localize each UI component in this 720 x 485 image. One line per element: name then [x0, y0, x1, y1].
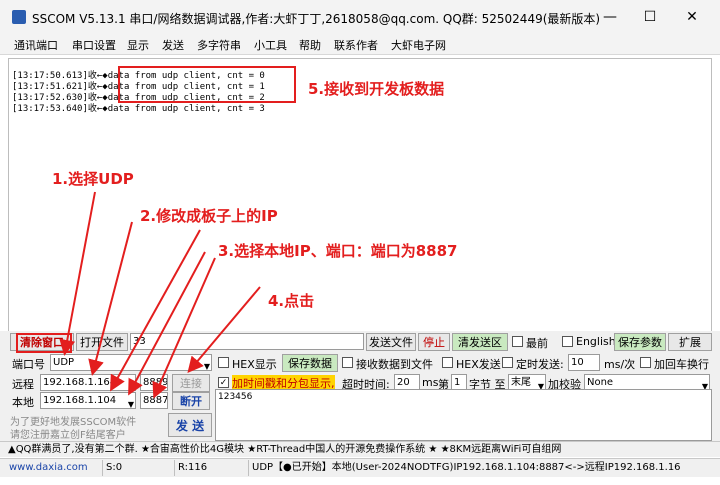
chevron-down-icon: ▼ [203, 362, 210, 371]
clear-send-button[interactable]: 清发送区 [452, 333, 508, 351]
hex-send-checkbox[interactable] [442, 357, 453, 368]
checksum-value: None [587, 377, 614, 388]
connect-highlight-box [16, 333, 72, 353]
annotation-2: 2.修改成板子上的IP [140, 207, 278, 225]
connection-status: UDP【●已开始】本地(User-2024NODTFG)IP192.168.1.… [248, 460, 720, 476]
menu-multi-string[interactable]: 多字符串 [197, 37, 241, 53]
save-params-button[interactable]: 保存参数 [614, 333, 666, 351]
timed-send-checkbox[interactable] [502, 357, 513, 368]
port-label: 端口号 [12, 358, 45, 371]
local-label: 本地 [12, 396, 34, 409]
close-button[interactable]: ✕ [672, 4, 712, 30]
annotation-1: 1.选择UDP [52, 170, 134, 188]
save-data-button[interactable]: 保存数据 [282, 354, 338, 372]
disconnect-button[interactable]: 断开 [172, 392, 210, 410]
menu-display[interactable]: 显示 [127, 37, 149, 53]
recv-to-file-label[interactable]: 接收数据到文件 [356, 356, 433, 372]
remote-ip-input[interactable]: 192.168.1.164 [40, 374, 136, 391]
status-bar: www.daxia.com S:0 R:116 UDP【●已开始】本地(User… [0, 458, 720, 477]
timed-interval-input[interactable]: 10 [568, 354, 600, 371]
menu-bar: 通讯端口 串口设置 显示 发送 多字符串 小工具 帮助 联系作者 大虾电子网 [0, 34, 720, 55]
window-title: SSCOM V5.13.1 串口/网络数据调试器,作者:大虾丁丁,2618058… [32, 12, 601, 26]
menu-help[interactable]: 帮助 [299, 37, 321, 53]
send-textarea[interactable]: 123456 [215, 389, 712, 441]
timed-unit-label: ms/次 [604, 358, 636, 371]
chevron-down-icon: ▼ [127, 400, 134, 409]
annotation-5: 5.接收到开发板数据 [308, 80, 445, 98]
connect-button[interactable]: 连接 [172, 374, 210, 392]
send-text: 123456 [218, 392, 253, 402]
expand-button[interactable]: 扩展 [668, 333, 712, 351]
title-bar: SSCOM V5.13.1 串口/网络数据调试器,作者:大虾丁丁,2618058… [0, 0, 720, 34]
port-select[interactable]: UDP ▼ [50, 354, 212, 371]
received-count: R:116 [174, 460, 248, 476]
timeout-unit-label: ms [422, 376, 439, 389]
receive-log[interactable]: [13:17:50.613]收←◆data from udp client, c… [8, 58, 712, 332]
annotation-3: 3.选择本地IP、端口：端口为8887 [218, 242, 458, 260]
recv-to-file-checkbox[interactable] [342, 357, 353, 368]
hex-send-label: HEX发送 [456, 358, 501, 371]
open-file-button[interactable]: 打开文件 [76, 333, 128, 351]
minimize-button[interactable]: — [590, 4, 630, 30]
remote-label: 远程 [12, 378, 34, 391]
app-icon [12, 10, 26, 24]
add-crlf-checkbox[interactable] [640, 357, 651, 368]
add-timestamp-checkbox[interactable]: ✓ [218, 377, 229, 388]
end-value: 末尾 [511, 377, 531, 388]
add-crlf-label: 加回车换行 [654, 358, 709, 371]
send-file-button[interactable]: 发送文件 [366, 333, 416, 351]
menu-contact-author[interactable]: 联系作者 [334, 37, 378, 53]
menu-comm-port[interactable]: 通讯端口 [14, 37, 58, 53]
local-ip-select[interactable]: 192.168.1.104 ▼ [40, 392, 136, 409]
stop-button[interactable]: 停止 [418, 333, 450, 351]
annotation-4: 4.点击 [268, 292, 315, 310]
file-path-input[interactable]: 33 [130, 333, 364, 350]
english-checkbox[interactable] [562, 336, 573, 347]
latest-label: 最前 [526, 337, 548, 350]
hex-display-checkbox[interactable] [218, 357, 229, 368]
english-label: English [576, 335, 616, 348]
local-ip-value: 192.168.1.104 [43, 395, 117, 406]
maximize-button[interactable]: ☐ [630, 4, 670, 30]
hex-display-label: HEX显示 [232, 358, 277, 371]
timed-send-label: 定时发送: [516, 358, 564, 371]
local-port-input[interactable]: 8887 [140, 392, 168, 409]
menu-serial-settings[interactable]: 串口设置 [72, 37, 116, 53]
port-value: UDP [53, 357, 75, 368]
received-data-highlight [118, 66, 296, 103]
sent-count: S:0 [102, 460, 174, 476]
remote-port-input[interactable]: 8889 [140, 374, 168, 391]
menu-send[interactable]: 发送 [162, 37, 184, 53]
latest-checkbox[interactable] [512, 336, 523, 347]
news-ticker: ▲QQ群满员了,没有第二个群. ★合宙高性价比4G模块 ★RT-Thread中国… [0, 441, 720, 457]
website-link[interactable]: www.daxia.com [6, 460, 101, 476]
menu-tools[interactable]: 小工具 [254, 37, 287, 53]
promo-text-2: 请您注册嘉立创F结尾客户 [10, 430, 126, 441]
send-button[interactable]: 发 送 [168, 413, 212, 437]
menu-daxia-website[interactable]: 大虾电子网 [391, 37, 446, 53]
